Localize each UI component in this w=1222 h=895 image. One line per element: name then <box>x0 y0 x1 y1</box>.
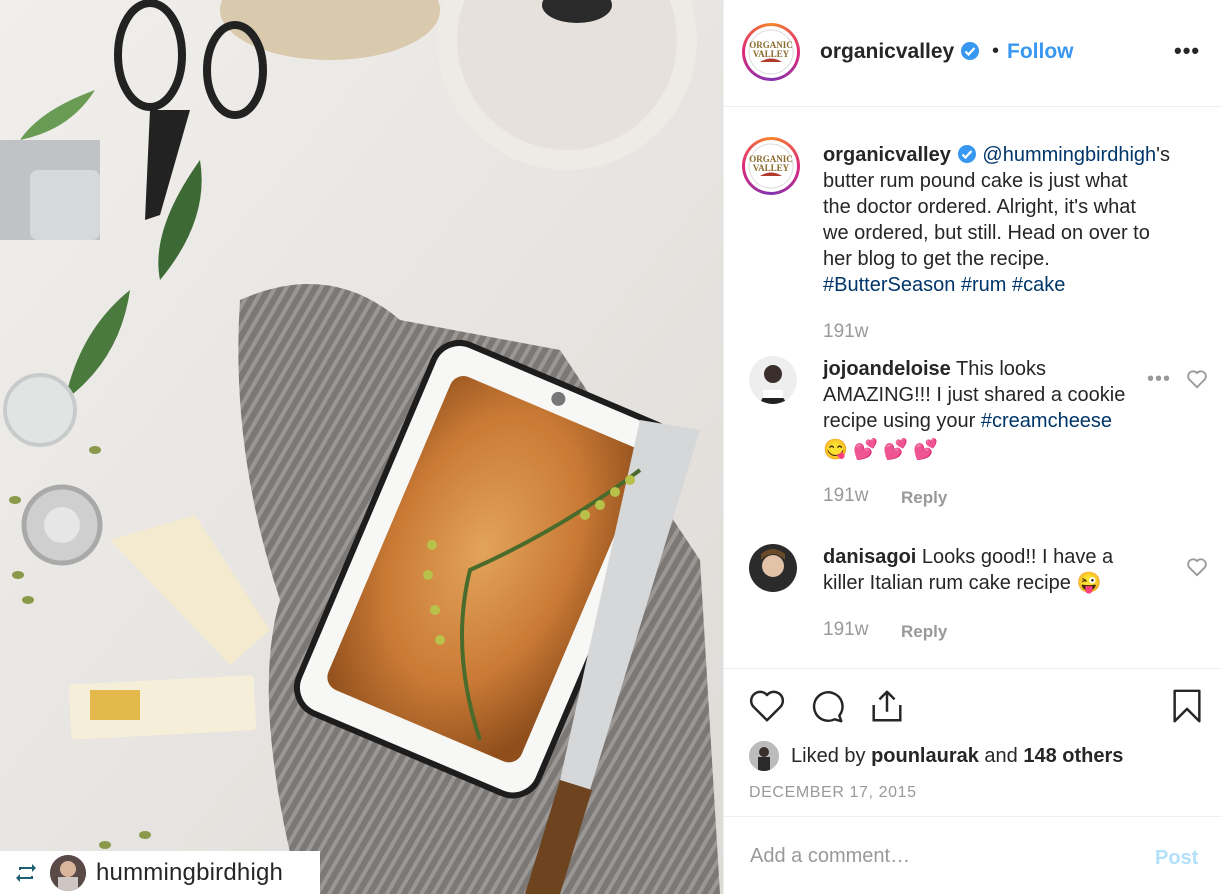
likes-summary[interactable]: Liked by pounlaurak and 148 others <box>749 741 1123 771</box>
comment-timestamp[interactable]: 191w <box>823 485 868 507</box>
liked-by-prefix: Liked by <box>791 744 866 767</box>
liked-by-others[interactable]: 148 others <box>1023 745 1123 768</box>
organic-valley-logo: ORGANIC VALLEY <box>748 29 794 75</box>
caption-text: organicvalley @hummingbirdhigh's butter … <box>823 142 1193 298</box>
follow-button[interactable]: Follow <box>1007 40 1074 64</box>
post-side-panel: ORGANIC VALLEY organicvalley • Follow ••… <box>723 0 1222 894</box>
post-actions: Liked by pounlaurak and 148 others DECEM… <box>724 668 1222 817</box>
verified-badge-icon <box>961 42 980 60</box>
post-comment-button[interactable]: Post <box>1155 847 1198 870</box>
comment-text: danisagoi Looks good!! I have a killer I… <box>823 544 1193 596</box>
comment-line2: AMAZING!!! I just shared a cookie <box>823 384 1126 406</box>
bookmark-icon[interactable] <box>1168 687 1206 725</box>
emoji-hearts: 💕 <box>883 438 908 461</box>
comment-username[interactable]: danisagoi <box>823 546 916 568</box>
caption-timestamp[interactable]: 191w <box>823 321 868 343</box>
comment-bubble-icon[interactable] <box>808 687 846 725</box>
comment-timestamp[interactable]: 191w <box>823 619 868 641</box>
organic-valley-logo: ORGANIC VALLEY <box>748 143 794 189</box>
caption-mention[interactable]: @hummingbirdhigh <box>982 144 1156 166</box>
liked-by-user[interactable]: pounlaurak <box>871 745 979 768</box>
caption-username[interactable]: organicvalley <box>823 144 951 166</box>
like-comment-heart-icon[interactable] <box>1186 557 1208 577</box>
repost-icon <box>16 863 36 882</box>
repost-username[interactable]: hummingbirdhigh <box>96 859 283 887</box>
commenter-avatar[interactable] <box>749 544 797 592</box>
comment-line1: Looks good!! I have a <box>921 546 1114 568</box>
emoji-hearts: 💕 <box>853 438 878 461</box>
emoji-winking-tongue: 😜 <box>1076 572 1102 594</box>
comment-username[interactable]: jojoandeloise <box>823 358 951 380</box>
comment-line3: recipe using your <box>823 410 976 432</box>
svg-text:VALLEY: VALLEY <box>753 49 790 59</box>
commenter-avatar[interactable] <box>749 356 797 404</box>
emoji-yum: 😋 <box>823 438 848 461</box>
author-username[interactable]: organicvalley <box>820 40 980 64</box>
reply-button[interactable]: Reply <box>901 488 947 508</box>
caption-line4: we ordered, but still. Head on over to <box>823 222 1150 244</box>
caption-line5: her blog to get the recipe. <box>823 248 1050 270</box>
hashtag-cake[interactable]: #cake <box>1012 274 1065 296</box>
author-avatar[interactable]: ORGANIC VALLEY <box>742 23 800 81</box>
pound-cake-photo <box>0 0 723 894</box>
like-heart-icon[interactable] <box>748 687 786 725</box>
post-photo[interactable] <box>0 0 723 894</box>
hashtag-creamcheese[interactable]: #creamcheese <box>981 410 1112 432</box>
svg-text:VALLEY: VALLEY <box>753 163 790 173</box>
hashtag-butterseason[interactable]: #ButterSeason <box>823 274 955 296</box>
post-header: ORGANIC VALLEY organicvalley • Follow ••… <box>724 0 1222 107</box>
add-comment-bar: Post <box>724 816 1222 895</box>
comment-text: jojoandeloise This looks AMAZING!!! I ju… <box>823 356 1193 461</box>
verified-badge-icon <box>957 145 976 163</box>
comment-line1: This looks <box>956 358 1047 380</box>
repost-avatar <box>50 854 86 891</box>
caption-line1-tail: 's <box>1156 144 1170 166</box>
liker-avatar <box>749 741 779 771</box>
post-date[interactable]: DECEMBER 17, 2015 <box>749 784 917 802</box>
header-separator: • <box>992 40 1000 62</box>
hashtag-rum[interactable]: #rum <box>961 274 1007 296</box>
like-comment-heart-icon[interactable] <box>1186 369 1208 389</box>
add-comment-input[interactable] <box>748 839 1132 873</box>
comments-list[interactable]: ORGANIC VALLEY organicvalley @hummingbir… <box>724 107 1222 668</box>
liked-by-and: and <box>984 744 1018 767</box>
share-icon[interactable] <box>868 687 906 725</box>
caption-avatar[interactable]: ORGANIC VALLEY <box>742 137 800 195</box>
emoji-hearts: 💕 <box>913 438 938 461</box>
reply-button[interactable]: Reply <box>901 622 947 642</box>
caption-line2: butter rum pound cake is just what <box>823 170 1128 192</box>
repost-badge[interactable]: hummingbirdhigh <box>0 851 320 894</box>
more-options-icon[interactable]: ••• <box>1174 38 1200 64</box>
comment-line2: killer Italian rum cake recipe <box>823 572 1071 594</box>
comment-more-icon[interactable]: ••• <box>1147 368 1171 391</box>
caption-line3: the doctor ordered. Alright, it's what <box>823 196 1136 218</box>
comment-emojis: 😋 💕 💕 💕 <box>823 436 943 461</box>
